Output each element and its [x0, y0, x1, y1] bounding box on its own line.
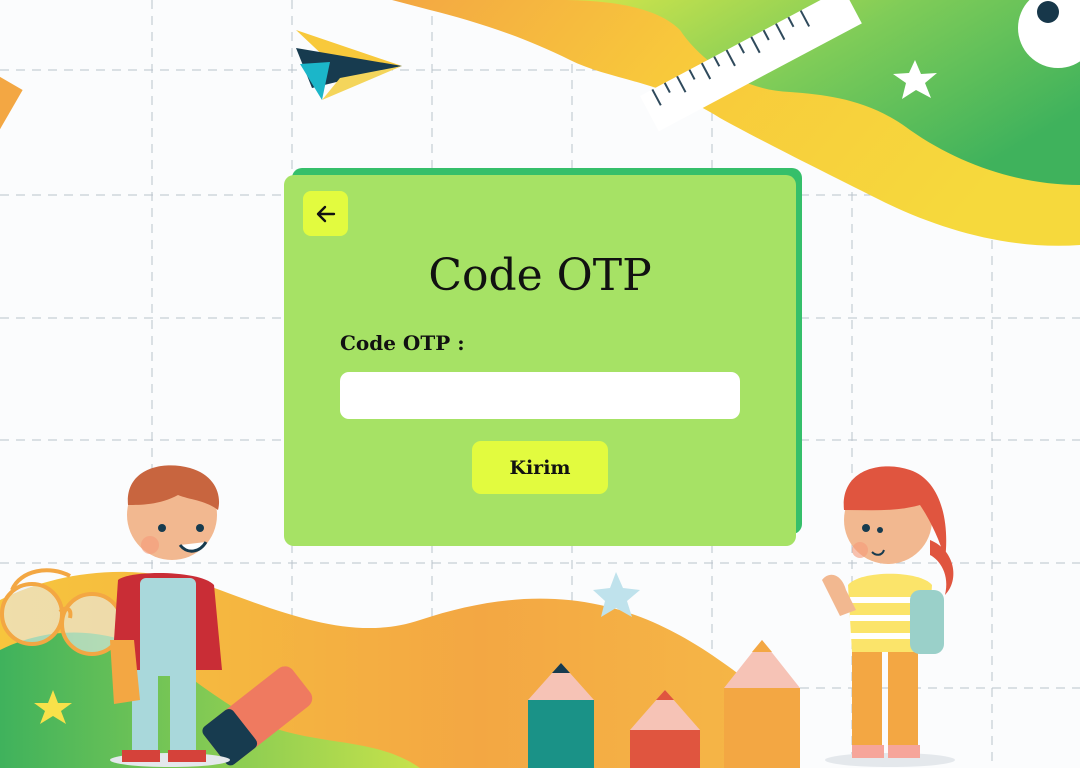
back-button[interactable] [303, 191, 348, 236]
arrow-left-icon [314, 202, 338, 226]
pencil-icon [0, 70, 23, 141]
girl-illustration [822, 466, 955, 767]
otp-input[interactable] [340, 372, 740, 419]
paper-plane-icon [296, 30, 402, 100]
page-title: Code OTP [428, 250, 652, 301]
pencil-orange [724, 640, 800, 768]
submit-button[interactable]: Kirim [472, 441, 608, 494]
otp-field-label: Code OTP : [340, 331, 465, 355]
